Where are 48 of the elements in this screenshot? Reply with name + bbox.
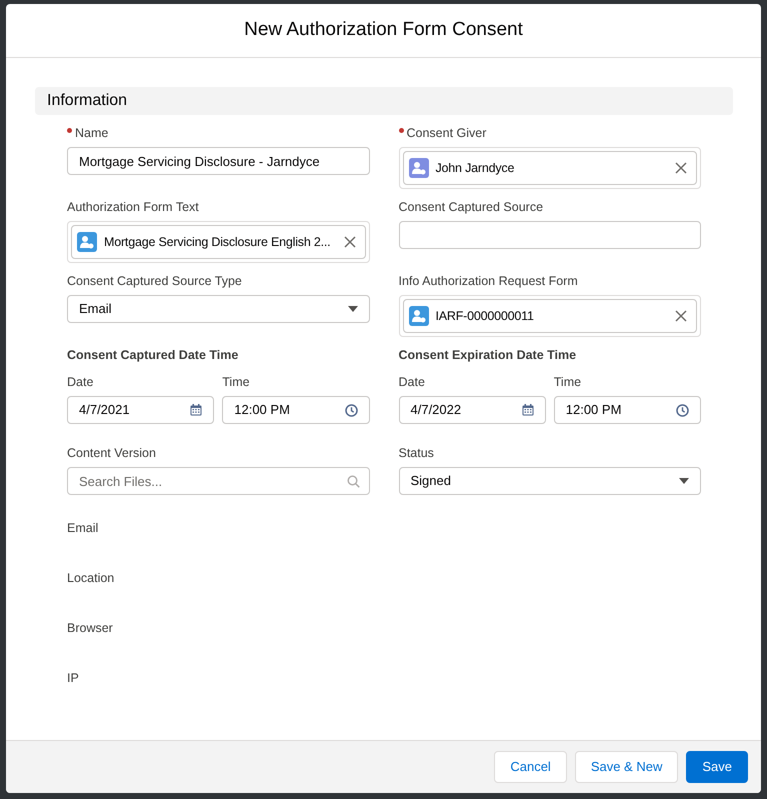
field-label: Date [67, 374, 94, 391]
field-label: Time [554, 374, 582, 391]
field-label: IP [67, 670, 79, 687]
clear-icon[interactable] [344, 236, 356, 248]
field-label: Info Authorization Request Form [398, 272, 578, 290]
field-label: Status [398, 444, 434, 462]
clock-icon[interactable] [344, 404, 358, 416]
clear-icon[interactable] [675, 162, 687, 174]
time-field[interactable]: 12:00 PM [222, 396, 370, 424]
section-title: Information [47, 91, 128, 111]
field-label: Email [67, 520, 98, 537]
footer-button[interactable]: Cancel [494, 751, 567, 783]
field-label: Location [67, 570, 114, 587]
text-field[interactable]: Mortgage Servicing Disclosure - Jarndyce [67, 147, 370, 175]
dropdown[interactable]: Signed [398, 467, 701, 495]
search-icon [346, 475, 360, 488]
dropdown[interactable]: Email [67, 295, 370, 323]
text-field[interactable] [398, 221, 701, 249]
calendar-icon[interactable] [190, 404, 202, 416]
field-label: Date [398, 374, 425, 391]
caret-icon [348, 306, 358, 312]
lookup-field[interactable]: IARF-0000000011 [398, 295, 701, 337]
field-label: Name [75, 124, 108, 142]
group-heading: Consent Expiration Date Time [398, 346, 576, 364]
field-label: Content Version [67, 444, 156, 462]
field-label: Browser [67, 620, 113, 637]
selected-value: Mortgage Servicing Disclosure English 2... [104, 234, 332, 251]
caret-icon [679, 478, 689, 484]
selected-value: IARF-0000000011 [436, 308, 535, 325]
clock-icon[interactable] [676, 404, 689, 416]
modal-title: New Authorization Form Consent [244, 18, 523, 42]
lookup-field[interactable]: Mortgage Servicing Disclosure English 2... [67, 221, 370, 263]
time-field[interactable]: 12:00 PM [554, 396, 701, 424]
field-label: Authorization Form Text [67, 198, 199, 216]
save-button[interactable]: Save [686, 751, 748, 783]
field-label: Consent Captured Source [398, 198, 544, 216]
calendar-icon[interactable] [522, 404, 534, 416]
field-label: Time [222, 374, 250, 391]
selected-value: John Jarndyce [436, 160, 516, 177]
date-field[interactable]: 4/7/2021 [67, 396, 214, 424]
footer-button[interactable]: Save & New [574, 751, 678, 783]
group-heading: Consent Captured Date Time [67, 346, 238, 364]
search-field[interactable]: Search Files... [67, 467, 370, 495]
date-field[interactable]: 4/7/2022 [398, 396, 546, 424]
lookup-field[interactable]: John Jarndyce [398, 147, 701, 189]
field-label: Consent Captured Source Type [67, 272, 242, 290]
clear-icon[interactable] [675, 310, 687, 322]
field-label: Consent Giver [406, 124, 486, 142]
